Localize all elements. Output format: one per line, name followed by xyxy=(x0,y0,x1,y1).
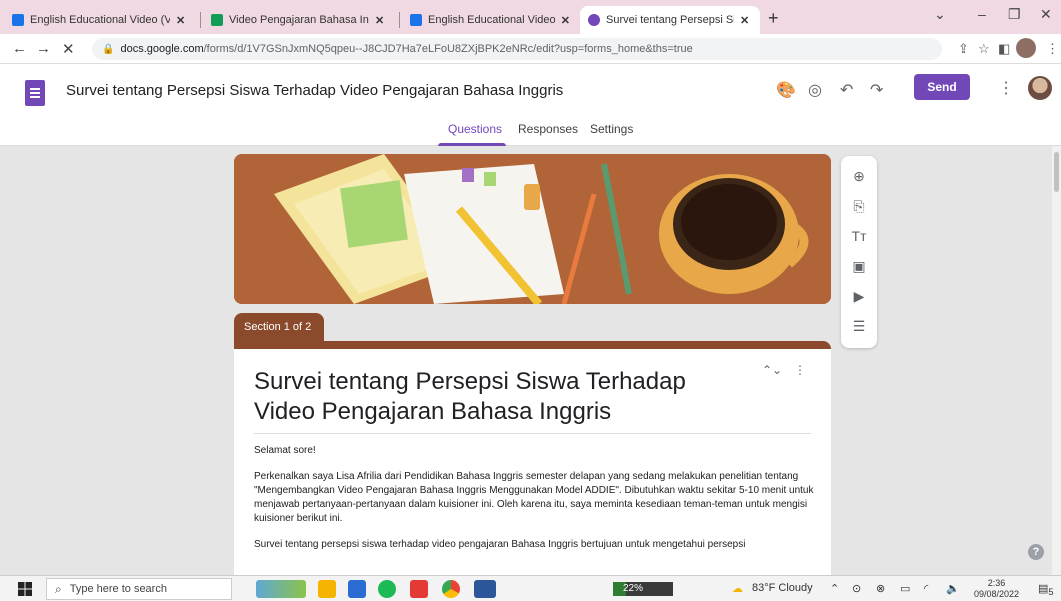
news-widget-icon[interactable] xyxy=(256,580,306,598)
description-intro[interactable]: Perkenalkan saya Lisa Afrilia dari Pendi… xyxy=(254,470,814,526)
add-question-icon[interactable]: ⊕ xyxy=(849,166,869,186)
forms-header: Survei tentang Persepsi Siswa Terhadap V… xyxy=(0,64,1061,146)
help-icon[interactable]: ? xyxy=(1028,544,1044,560)
close-tab-icon[interactable]: ✕ xyxy=(740,14,749,27)
close-window-icon[interactable]: ✕ xyxy=(1040,6,1052,23)
more-options-icon[interactable]: ⋮ xyxy=(998,78,1014,98)
tab-settings[interactable]: Settings xyxy=(590,122,633,136)
add-image-icon[interactable]: ▣ xyxy=(849,256,869,276)
forward-icon[interactable]: → xyxy=(36,40,51,57)
section-more-icon[interactable]: ⋮ xyxy=(794,363,806,377)
side-panel-icon[interactable]: ◧ xyxy=(998,41,1010,57)
word-icon[interactable] xyxy=(474,580,496,598)
browser-tab-2[interactable]: Video Pengajaran Bahasa Inggris ✕ xyxy=(203,6,399,34)
taskbar-search-box[interactable]: ⌕ Type here to search xyxy=(46,578,232,600)
collapse-section-icon[interactable]: ⌃⌄ xyxy=(762,363,782,377)
tab-title: English Educational Videos xyxy=(428,14,555,26)
tab-title: Video Pengajaran Bahasa Inggris xyxy=(229,14,369,26)
search-placeholder: Type here to search xyxy=(69,583,167,595)
google-forms-logo-icon[interactable] xyxy=(25,80,45,106)
youtube-studio-favicon-icon xyxy=(12,14,24,26)
lock-icon[interactable]: 🔒 xyxy=(102,44,114,55)
stop-loading-icon[interactable]: ✕ xyxy=(62,40,75,58)
redo-icon[interactable]: ↷ xyxy=(870,80,883,100)
notification-count: 5 xyxy=(1048,587,1054,598)
new-tab-icon[interactable]: + xyxy=(768,8,779,29)
browser-tab-strip: English Educational Video (Video ✕ Video… xyxy=(0,0,1061,34)
preview-eye-icon[interactable]: ◎ xyxy=(808,80,822,100)
wifi-icon[interactable]: ◜ xyxy=(924,582,928,595)
browser-tab-1[interactable]: English Educational Video (Video ✕ xyxy=(4,6,200,34)
page-favicon-icon xyxy=(410,14,422,26)
question-toolbar: ⊕ ⎘ Tт ▣ ▶ ☰ xyxy=(841,156,877,348)
clock-date: 09/08/2022 xyxy=(974,589,1020,599)
tab-search-chevron-icon[interactable]: ⌄ xyxy=(934,6,946,23)
browser-tab-3[interactable]: English Educational Videos ✕ xyxy=(402,6,578,34)
section-label: Section 1 of 2 xyxy=(234,313,324,341)
send-button[interactable]: Send xyxy=(914,74,970,100)
weather-text[interactable]: 83°F Cloudy xyxy=(752,582,813,594)
meet-icon[interactable]: ⊙ xyxy=(852,582,861,595)
tab-questions[interactable]: Questions xyxy=(448,122,502,136)
windows-taskbar: ⌕ Type here to search 22% ☁ 83°F Cloudy … xyxy=(0,575,1061,601)
chrome-icon[interactable] xyxy=(442,580,460,598)
form-title[interactable]: Survei tentang Persepsi Siswa Terhadap V… xyxy=(254,367,724,427)
add-title-icon[interactable]: Tт xyxy=(849,226,869,246)
browser-toolbar: ← → ✕ 🔒 docs.google.com/forms/d/1V7GSnJx… xyxy=(0,34,1061,64)
customize-theme-icon[interactable]: 🎨 xyxy=(776,80,796,100)
restore-icon[interactable]: ❐ xyxy=(1008,6,1021,23)
address-bar[interactable]: 🔒 docs.google.com/forms/d/1V7GSnJxmNQ5qp… xyxy=(92,38,942,60)
page-favicon-icon xyxy=(211,14,223,26)
browser-tab-active[interactable]: Survei tentang Persepsi Siswa Te ✕ xyxy=(580,6,760,34)
tab-responses[interactable]: Responses xyxy=(518,122,578,136)
app-red-icon[interactable] xyxy=(410,580,428,598)
back-icon[interactable]: ← xyxy=(12,40,27,57)
close-tab-icon[interactable]: ✕ xyxy=(561,14,570,27)
document-title[interactable]: Survei tentang Persepsi Siswa Terhadap V… xyxy=(66,82,563,99)
spotify-icon[interactable] xyxy=(378,580,396,598)
weather-cloud-icon[interactable]: ☁ xyxy=(732,582,743,595)
show-hidden-icons-icon[interactable]: ⌃ xyxy=(830,582,839,595)
app-l-icon[interactable] xyxy=(348,580,366,598)
add-section-icon[interactable]: ☰ xyxy=(849,316,869,336)
google-forms-favicon-icon xyxy=(588,14,600,26)
clock-time: 2:36 xyxy=(987,578,1006,588)
bookmark-star-icon[interactable]: ☆ xyxy=(978,41,990,57)
share-icon[interactable]: ⇪ xyxy=(958,41,969,57)
account-avatar[interactable] xyxy=(1028,76,1052,100)
desk-illustration xyxy=(234,154,831,304)
form-canvas: ⊕ ⎘ Tт ▣ ▶ ☰ Section 1 of 2 Survei tenta… xyxy=(0,146,1061,575)
minimize-icon[interactable]: – xyxy=(978,6,986,22)
add-video-icon[interactable]: ▶ xyxy=(849,286,869,306)
header-image xyxy=(234,154,831,304)
close-tab-icon[interactable]: ✕ xyxy=(375,14,384,27)
search-icon: ⌕ xyxy=(55,581,62,596)
file-explorer-icon[interactable] xyxy=(318,580,336,598)
system-clock[interactable]: 2:36 09/08/2022 xyxy=(974,578,1019,600)
browser-profile-avatar[interactable] xyxy=(1016,38,1036,58)
windows-start-icon[interactable] xyxy=(18,582,32,596)
notification-center-icon[interactable]: ▤5 xyxy=(1038,582,1054,597)
url-host: docs.google.com xyxy=(120,43,204,55)
scrollbar[interactable] xyxy=(1052,146,1061,575)
description-greeting[interactable]: Selamat sore! xyxy=(254,444,814,458)
battery-label: 22% xyxy=(623,583,644,594)
tab-title: English Educational Video (Video xyxy=(30,14,170,26)
chrome-menu-icon[interactable]: ⋮ xyxy=(1046,41,1059,57)
network-icon[interactable]: ⊗ xyxy=(876,582,885,595)
tab-title: Survei tentang Persepsi Siswa Te xyxy=(606,14,734,26)
import-questions-icon[interactable]: ⎘ xyxy=(849,196,869,216)
tab-separator xyxy=(200,12,201,28)
title-underline xyxy=(254,433,811,434)
scrollbar-thumb[interactable] xyxy=(1054,152,1059,192)
undo-icon[interactable]: ↶ xyxy=(840,80,853,100)
display-icon[interactable]: ▭ xyxy=(900,582,910,595)
battery-indicator: 22% xyxy=(613,582,673,596)
description-purpose[interactable]: Survei tentang persepsi siswa terhadap v… xyxy=(254,538,814,552)
form-title-card[interactable]: Survei tentang Persepsi Siswa Terhadap V… xyxy=(234,349,831,575)
close-tab-icon[interactable]: ✕ xyxy=(176,14,185,27)
volume-icon[interactable]: 🔈 xyxy=(946,582,960,595)
tab-separator xyxy=(399,12,400,28)
url-path: /forms/d/1V7GSnJxmNQ5qpeu--J8CJD7Ha7eLFo… xyxy=(203,43,693,55)
